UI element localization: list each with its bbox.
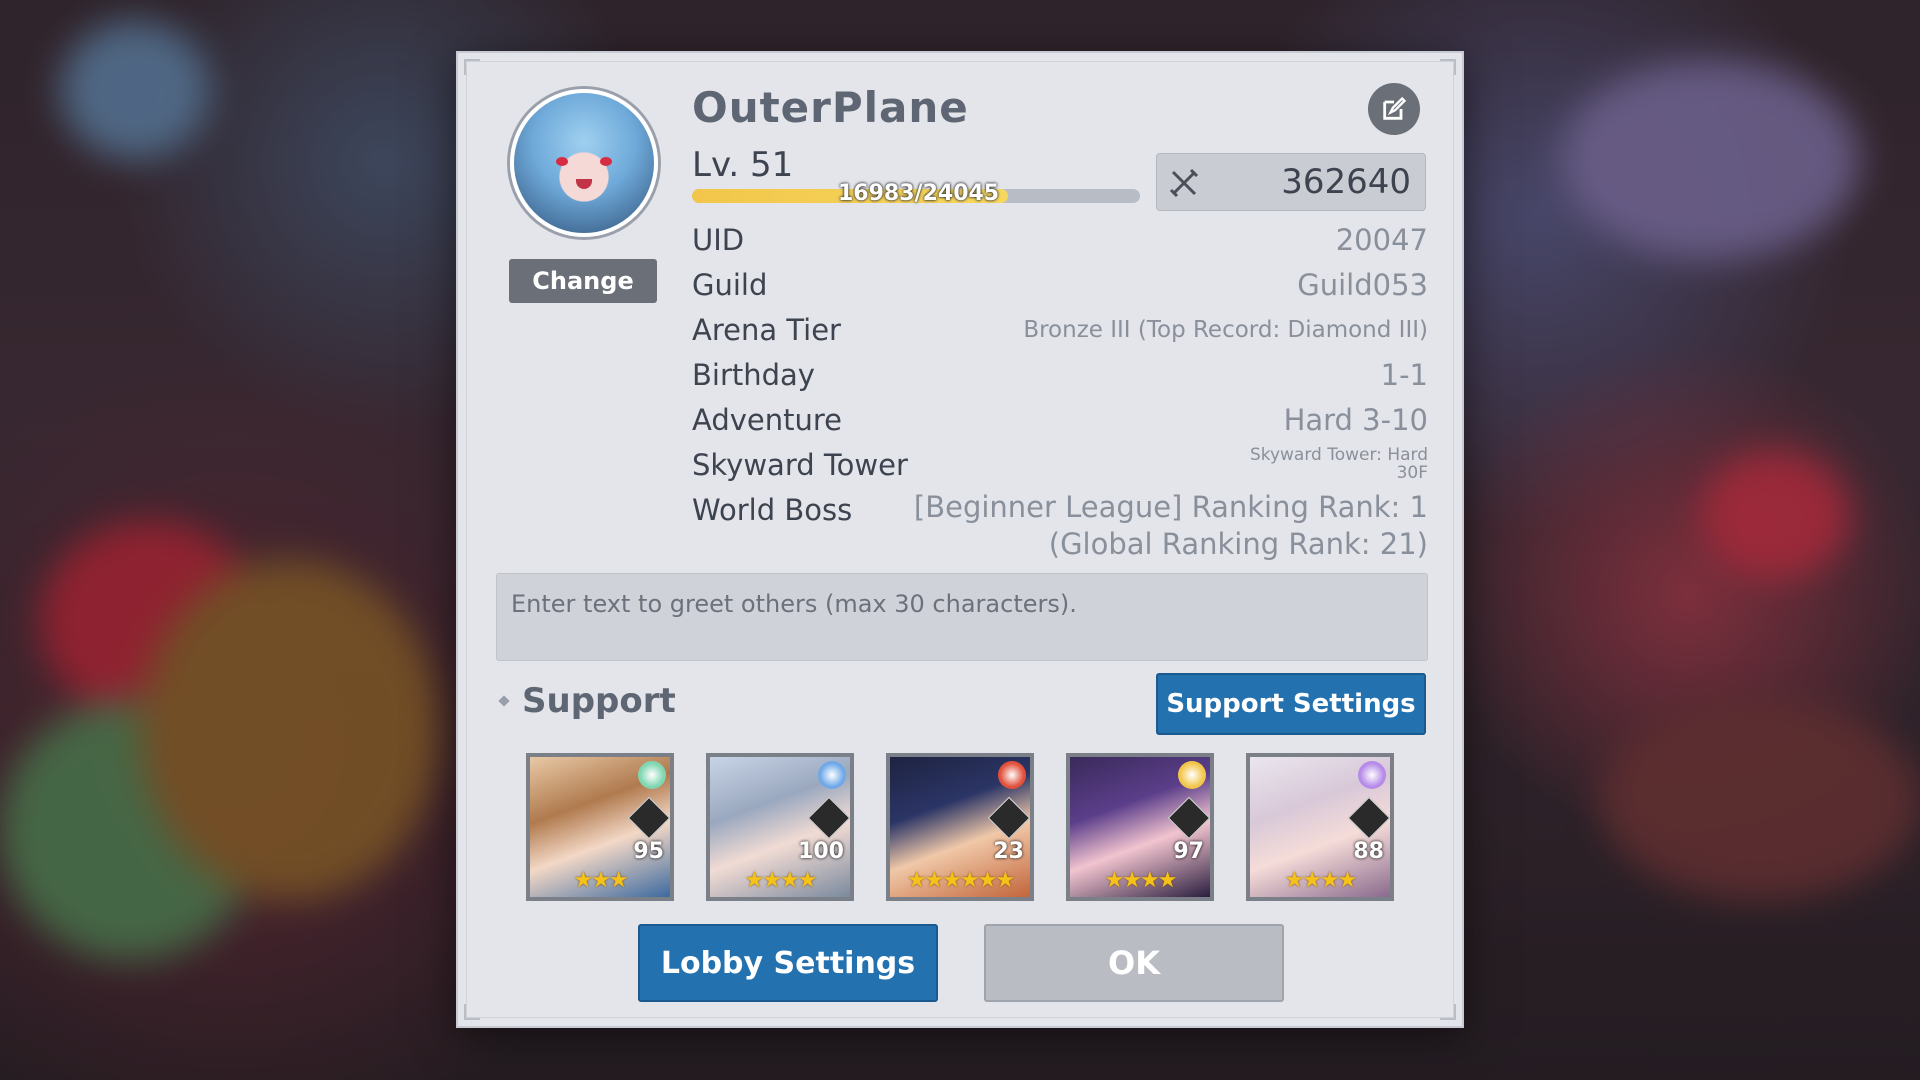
avatar[interactable] bbox=[510, 89, 658, 237]
hero-stars: ★★★★ bbox=[1284, 868, 1358, 893]
support-hero-slot[interactable]: 95 ★★★ bbox=[526, 753, 674, 901]
info-label: Skyward Tower bbox=[692, 448, 908, 482]
corner-ornament bbox=[1440, 1004, 1456, 1020]
corner-ornament bbox=[464, 59, 480, 75]
support-hero-slot[interactable]: 23 ★★★★★★ bbox=[886, 753, 1034, 901]
corner-ornament bbox=[464, 1004, 480, 1020]
info-label: Arena Tier bbox=[692, 313, 841, 347]
hero-level: 97 bbox=[1173, 839, 1204, 864]
hero-stars: ★★★★ bbox=[744, 868, 818, 893]
avatar-mouth bbox=[576, 179, 592, 189]
support-hero-slot[interactable]: 88 ★★★★ bbox=[1246, 753, 1394, 901]
info-value-line: (Global Ranking Rank: 21) bbox=[1048, 527, 1428, 561]
combat-power-box: 362640 bbox=[1156, 153, 1426, 211]
info-label: Guild bbox=[692, 268, 768, 302]
combat-power-value: 362640 bbox=[1281, 162, 1411, 202]
info-label: Birthday bbox=[692, 358, 815, 392]
avatar-eye bbox=[600, 157, 612, 166]
hero-stars: ★★★★★★ bbox=[906, 868, 1015, 893]
info-label: World Boss bbox=[692, 493, 853, 527]
profile-dialog: Change OuterPlane Lv. 51 16983/24045 362… bbox=[456, 51, 1464, 1028]
lobby-settings-button[interactable]: Lobby Settings bbox=[638, 924, 938, 1002]
info-value-line: Skyward Tower: Hard bbox=[1249, 445, 1428, 465]
info-value: Bronze III (Top Record: Diamond III) bbox=[1023, 317, 1428, 343]
info-value: Hard 3-10 bbox=[1283, 403, 1428, 437]
hero-level: 88 bbox=[1353, 839, 1384, 864]
greeting-input[interactable] bbox=[497, 574, 1427, 634]
info-value: [Beginner League] Ranking Rank: 1 (Globa… bbox=[914, 489, 1428, 563]
diamond-bullet-icon bbox=[498, 695, 510, 707]
info-value: 20047 bbox=[1335, 223, 1428, 257]
support-heroes-row: 95 ★★★ 100 ★★★★ 23 ★★★★★★ 97 ★★★★ 88 ★★★… bbox=[526, 753, 1406, 901]
edit-profile-button[interactable] bbox=[1368, 83, 1420, 135]
support-section-title: Support bbox=[498, 681, 676, 721]
info-value: 1-1 bbox=[1380, 358, 1428, 392]
hero-stars: ★★★★ bbox=[1104, 868, 1178, 893]
info-label: Adventure bbox=[692, 403, 842, 437]
xp-text: 16983/24045 bbox=[838, 181, 1000, 206]
element-icon bbox=[1358, 761, 1386, 789]
hero-level: 95 bbox=[633, 839, 664, 864]
avatar-eye bbox=[556, 157, 568, 166]
element-icon bbox=[998, 761, 1026, 789]
hero-level: 100 bbox=[798, 839, 844, 864]
support-settings-button[interactable]: Support Settings bbox=[1156, 673, 1426, 735]
hero-stars: ★★★ bbox=[573, 868, 628, 893]
player-name: OuterPlane bbox=[692, 83, 969, 132]
element-icon bbox=[1178, 761, 1206, 789]
player-level: Lv. 51 bbox=[692, 145, 794, 185]
info-value[interactable]: Guild053 bbox=[1297, 268, 1428, 302]
element-icon bbox=[638, 761, 666, 789]
change-avatar-button[interactable]: Change bbox=[509, 259, 657, 303]
support-title-text: Support bbox=[522, 681, 676, 721]
crossed-swords-icon bbox=[1169, 168, 1199, 198]
info-value-line: [Beginner League] Ranking Rank: 1 bbox=[913, 490, 1428, 524]
corner-ornament bbox=[1440, 59, 1456, 75]
element-icon bbox=[818, 761, 846, 789]
support-hero-slot[interactable]: 97 ★★★★ bbox=[1066, 753, 1214, 901]
hero-level: 23 bbox=[993, 839, 1024, 864]
edit-icon bbox=[1383, 96, 1407, 120]
greeting-box bbox=[496, 573, 1428, 661]
info-label: UID bbox=[692, 223, 745, 257]
support-hero-slot[interactable]: 100 ★★★★ bbox=[706, 753, 854, 901]
info-value: Skyward Tower: Hard 30F bbox=[1250, 446, 1428, 482]
ok-button[interactable]: OK bbox=[984, 924, 1284, 1002]
info-value-line: 30F bbox=[1396, 463, 1428, 483]
